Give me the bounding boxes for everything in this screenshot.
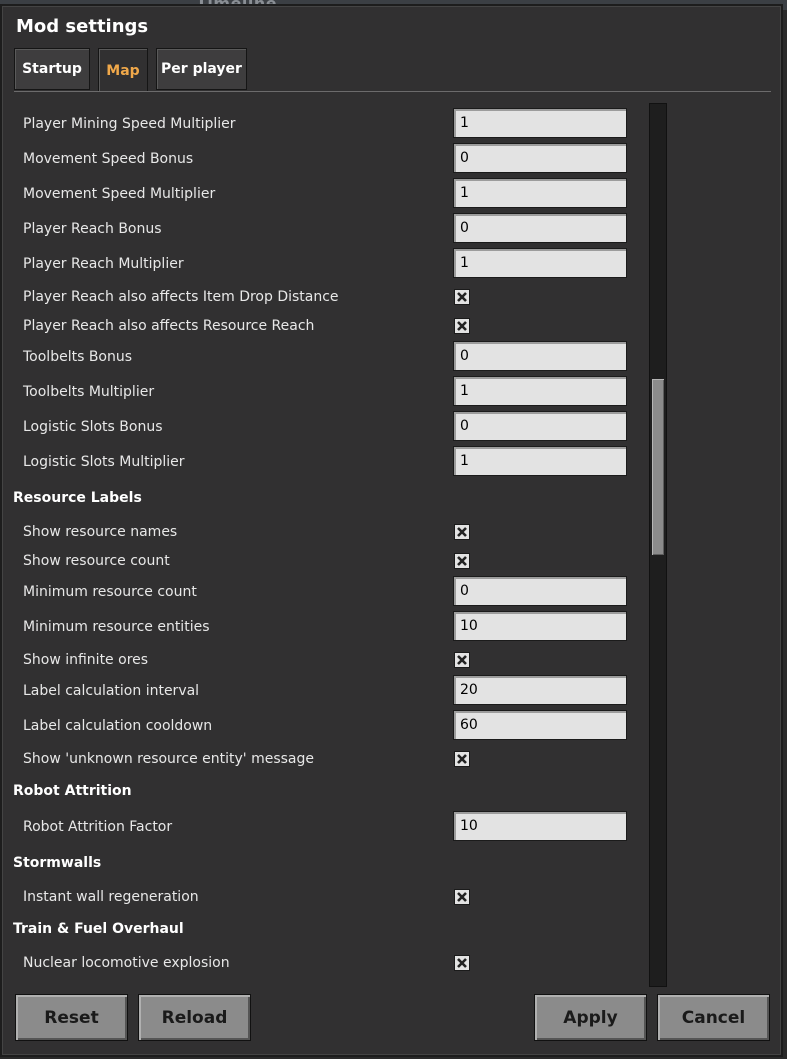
- setting-row: Show infinite ores: [0, 644, 650, 676]
- number-field[interactable]: 1: [453, 178, 627, 208]
- setting-label: Player Reach Bonus: [23, 221, 162, 237]
- tab-divider: [14, 91, 771, 92]
- reload-button[interactable]: Reload: [138, 994, 251, 1041]
- setting-row: Movement Speed Bonus 0: [0, 143, 650, 175]
- setting-row: Show resource count: [0, 545, 650, 577]
- x-mark-icon: [457, 321, 467, 331]
- x-mark-icon: [457, 958, 467, 968]
- x-mark-icon: [457, 655, 467, 665]
- setting-label: Player Reach also affects Resource Reach: [23, 318, 315, 334]
- number-field[interactable]: 10: [453, 611, 627, 641]
- setting-label: Player Reach Multiplier: [23, 256, 184, 272]
- scrollbar-thumb[interactable]: [652, 379, 664, 555]
- setting-label: Show resource count: [23, 553, 170, 569]
- setting-row: Toolbelts Bonus 0: [0, 341, 650, 373]
- setting-label: Player Mining Speed Multiplier: [23, 116, 236, 132]
- tab-map[interactable]: Map: [98, 48, 148, 92]
- setting-row: Robot Attrition Factor 10: [0, 811, 650, 843]
- setting-row: Instant wall regeneration: [0, 881, 650, 913]
- x-mark-icon: [457, 892, 467, 902]
- number-field[interactable]: 10: [453, 811, 627, 841]
- x-mark-icon: [457, 292, 467, 302]
- x-mark-icon: [457, 556, 467, 566]
- setting-row: Logistic Slots Multiplier 1: [0, 446, 650, 478]
- setting-row: Player Reach Multiplier 1: [0, 248, 650, 280]
- number-field[interactable]: 20: [453, 675, 627, 705]
- setting-row: Show resource names: [0, 516, 650, 548]
- checkbox-checked[interactable]: [454, 318, 470, 334]
- section-title: Resource Labels: [13, 490, 142, 506]
- checkbox-checked[interactable]: [454, 751, 470, 767]
- setting-row: Player Reach Bonus 0: [0, 213, 650, 245]
- x-mark-icon: [457, 527, 467, 537]
- setting-label: Nuclear locomotive explosion: [23, 955, 230, 971]
- setting-row: Nuclear locomotive explosion: [0, 947, 650, 979]
- checkbox-checked[interactable]: [454, 553, 470, 569]
- checkbox-checked[interactable]: [454, 289, 470, 305]
- number-field[interactable]: 1: [453, 248, 627, 278]
- number-field[interactable]: 1: [453, 376, 627, 406]
- number-field[interactable]: 0: [453, 411, 627, 441]
- setting-label: Instant wall regeneration: [23, 889, 199, 905]
- section-title: Robot Attrition: [13, 783, 132, 799]
- cancel-button[interactable]: Cancel: [657, 994, 770, 1041]
- setting-label: Label calculation interval: [23, 683, 200, 699]
- setting-label: Minimum resource count: [23, 584, 197, 600]
- setting-row: Toolbelts Multiplier 1: [0, 376, 650, 408]
- setting-label: Show infinite ores: [23, 652, 149, 668]
- vertical-scrollbar[interactable]: [649, 103, 667, 987]
- setting-row: Minimum resource count 0: [0, 576, 650, 608]
- setting-label: Toolbelts Multiplier: [23, 384, 155, 400]
- settings-list: Player Mining Speed Multiplier 1 Movemen…: [0, 96, 650, 984]
- setting-row: Player Mining Speed Multiplier 1: [0, 108, 650, 140]
- number-field[interactable]: 0: [453, 143, 627, 173]
- setting-label: Show 'unknown resource entity' message: [23, 751, 314, 767]
- setting-row: Show 'unknown resource entity' message: [0, 743, 650, 775]
- tab-per-player[interactable]: Per player: [156, 48, 247, 90]
- setting-label: Toolbelts Bonus: [23, 349, 133, 365]
- setting-label: Logistic Slots Bonus: [23, 419, 163, 435]
- number-field[interactable]: 1: [453, 446, 627, 476]
- apply-button[interactable]: Apply: [534, 994, 647, 1041]
- number-field[interactable]: 0: [453, 213, 627, 243]
- section-title: Stormwalls: [13, 855, 102, 871]
- setting-label: Player Reach also affects Item Drop Dist…: [23, 289, 339, 305]
- reset-button[interactable]: Reset: [15, 994, 128, 1041]
- checkbox-checked[interactable]: [454, 524, 470, 540]
- tab-startup[interactable]: Startup: [14, 48, 90, 90]
- number-field[interactable]: 60: [453, 710, 627, 740]
- number-field[interactable]: 0: [453, 341, 627, 371]
- setting-label: Minimum resource entities: [23, 619, 210, 635]
- setting-row: Player Reach also affects Resource Reach: [0, 310, 650, 342]
- number-field[interactable]: 1: [453, 108, 627, 138]
- setting-row: Movement Speed Multiplier 1: [0, 178, 650, 210]
- setting-row: Minimum resource entities 10: [0, 611, 650, 643]
- setting-label: Movement Speed Bonus: [23, 151, 194, 167]
- setting-label: Label calculation cooldown: [23, 718, 213, 734]
- setting-label: Show resource names: [23, 524, 178, 540]
- setting-row: Logistic Slots Bonus 0: [0, 411, 650, 443]
- setting-row: Player Reach also affects Item Drop Dist…: [0, 281, 650, 313]
- x-mark-icon: [457, 754, 467, 764]
- setting-label: Logistic Slots Multiplier: [23, 454, 185, 470]
- checkbox-checked[interactable]: [454, 889, 470, 905]
- setting-label: Robot Attrition Factor: [23, 819, 173, 835]
- number-field[interactable]: 0: [453, 576, 627, 606]
- section-title: Train & Fuel Overhaul: [13, 921, 184, 937]
- window-title: Mod settings: [16, 16, 149, 37]
- checkbox-checked[interactable]: [454, 955, 470, 971]
- setting-row: Label calculation cooldown 60: [0, 710, 650, 742]
- setting-row: Label calculation interval 20: [0, 675, 650, 707]
- checkbox-checked[interactable]: [454, 652, 470, 668]
- setting-label: Movement Speed Multiplier: [23, 186, 216, 202]
